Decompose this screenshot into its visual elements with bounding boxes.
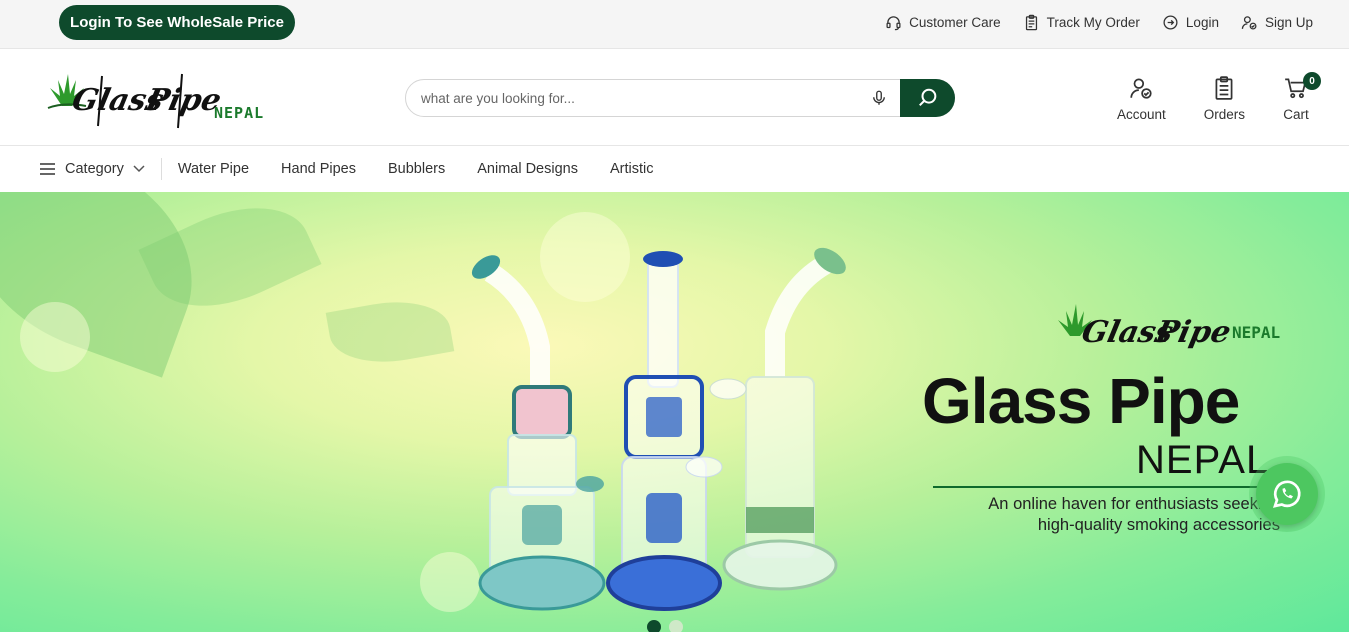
top-bar: Login To See WholeSale Price Customer Ca…	[0, 0, 1349, 49]
search-input[interactable]	[421, 88, 841, 108]
nav-item-hand-pipes[interactable]: Hand Pipes	[281, 161, 356, 177]
carousel-dot[interactable]	[669, 620, 683, 632]
search-button[interactable]	[900, 79, 955, 117]
product-image-water-pipes	[471, 247, 846, 611]
water-pipe-blue	[606, 251, 723, 611]
orders-icon	[1215, 76, 1233, 100]
top-links: Customer Care Track My Order Login Sign …	[885, 14, 1313, 31]
water-pipe-green	[709, 247, 846, 591]
whatsapp-button[interactable]	[1249, 456, 1325, 532]
hero-tagline-line-1: An online haven for enthusiasts seeking	[988, 495, 1280, 513]
user-plus-icon	[1241, 16, 1257, 30]
orders-label: Orders	[1203, 107, 1245, 122]
clipboard-icon	[1025, 14, 1037, 31]
account-label: Account	[1116, 107, 1166, 122]
headset-icon	[886, 16, 901, 31]
hero-logo: Glass Pipe NEPAL	[1058, 304, 1280, 350]
svg-text:Pipe: Pipe	[142, 83, 224, 118]
whatsapp-inner	[1256, 463, 1318, 525]
customer-care-label: Customer Care	[909, 15, 1001, 30]
nav-item-artistic[interactable]: Artistic	[610, 161, 654, 177]
cart-label: Cart	[1283, 107, 1309, 122]
hero-banner[interactable]: Glass Pipe NEPAL Glass Pipe NEPAL An onl…	[0, 192, 1349, 632]
nav-item-bubblers[interactable]: Bubblers	[388, 161, 445, 177]
carousel-dots	[647, 620, 683, 632]
chevron-down-icon	[133, 165, 145, 173]
cart-count-badge: 0	[1303, 72, 1321, 90]
logo-nepal-text: NEPAL	[214, 104, 265, 122]
track-order-link[interactable]: Track My Order	[1023, 14, 1140, 31]
header-actions: Account Orders 0 Cart	[1117, 72, 1321, 122]
microphone-icon[interactable]	[870, 89, 888, 107]
hero-subtitle: NEPAL	[1136, 438, 1270, 482]
logo-graphic: Glass Pipe	[47, 73, 224, 129]
login-icon	[1163, 15, 1178, 30]
svg-text:Pipe: Pipe	[1152, 315, 1234, 350]
orders-button[interactable]: Orders	[1204, 75, 1245, 122]
hero-divider	[933, 486, 1273, 488]
category-dropdown[interactable]: Category	[39, 158, 162, 180]
account-button[interactable]: Account	[1117, 75, 1166, 122]
category-nav: Category Water Pipe Hand Pipes Bubblers …	[0, 146, 1349, 192]
nav-item-water-pipe[interactable]: Water Pipe	[178, 161, 249, 177]
hero-tagline-line-2: high-quality smoking accessories	[1037, 516, 1280, 534]
track-order-label: Track My Order	[1046, 15, 1140, 30]
carousel-dot-active[interactable]	[647, 620, 661, 632]
login-label: Login	[1185, 15, 1219, 30]
wholesale-login-button[interactable]: Login To See WholeSale Price	[59, 5, 295, 40]
hero-logo-text: NEPAL	[1232, 323, 1280, 342]
cart-button[interactable]: 0 Cart	[1283, 72, 1321, 122]
signup-link[interactable]: Sign Up	[1241, 14, 1313, 31]
customer-care-link[interactable]: Customer Care	[885, 14, 1001, 31]
signup-label: Sign Up	[1264, 15, 1313, 30]
hero-tagline: An online haven for enthusiasts seeking …	[930, 494, 1280, 536]
login-link[interactable]: Login	[1162, 14, 1219, 31]
leaf-decoration	[325, 292, 455, 372]
menu-icon	[40, 163, 55, 175]
hero-title: Glass Pipe	[922, 365, 1240, 437]
header: Glass Pipe NEPAL Account Orders 0 Cart	[0, 50, 1349, 146]
search-bar	[405, 79, 955, 117]
water-pipe-teal	[471, 255, 606, 611]
account-icon	[1130, 78, 1152, 99]
nav-item-animal-designs[interactable]: Animal Designs	[477, 161, 578, 177]
site-logo[interactable]: Glass Pipe NEPAL	[42, 66, 265, 132]
bokeh-decoration	[20, 302, 90, 372]
search-icon	[918, 88, 936, 107]
category-label: Category	[65, 161, 124, 177]
whatsapp-icon	[1272, 480, 1301, 508]
